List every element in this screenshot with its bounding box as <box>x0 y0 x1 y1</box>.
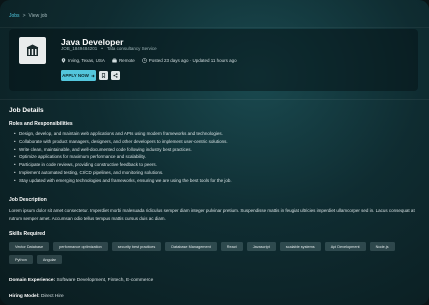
job-actions: APPLY NOW <box>61 70 120 81</box>
list-item: Stay updated with emerging technologies … <box>14 177 232 185</box>
breadcrumb: Jobs > View job <box>9 13 47 19</box>
bookmark-button[interactable] <box>99 71 108 80</box>
skill-chip: scalable systems <box>279 242 321 251</box>
skill-chip: Angular <box>36 255 62 264</box>
header-divider <box>0 27 429 28</box>
job-location: Irving, Texas, USA <box>68 58 105 63</box>
hiring-model-label: Hiring Model: <box>9 294 40 299</box>
bookmark-icon <box>101 73 106 78</box>
job-posted: Posted 23 days ago · Updated 11 hours ag… <box>148 58 237 63</box>
list-item: Optimize applications for maximum perfor… <box>14 153 232 161</box>
posted-meta: Posted 23 days ago · Updated 11 hours ag… <box>141 58 237 63</box>
domain-experience: Domain Experience: Software Development,… <box>9 278 153 283</box>
apply-now-button[interactable]: APPLY NOW <box>61 70 96 81</box>
breadcrumb-jobs-link[interactable]: Jobs <box>9 13 20 19</box>
description-heading: Job Description <box>9 197 47 203</box>
job-description: Lorem ipsum dolor sit amet consectetur. … <box>9 208 415 221</box>
list-item: Participate in code reviews, providing c… <box>14 161 232 169</box>
list-item: Write clean, maintainable, and well-docu… <box>14 146 232 154</box>
list-item: Design, develop, and maintain web applic… <box>14 130 232 138</box>
breadcrumb-current: View job <box>28 13 48 19</box>
share-button[interactable] <box>111 71 120 80</box>
arrow-right-icon <box>91 74 95 77</box>
domain-experience-value: Software Development, Fintech, E-commerc… <box>56 278 154 283</box>
responsibilities-heading: Roles and Responsibilities <box>9 121 73 127</box>
clock-icon <box>141 58 147 63</box>
skill-chip: Javascript <box>246 242 276 251</box>
location-meta: Irving, Texas, USA <box>61 58 105 63</box>
hiring-model-value: Direct Hire <box>41 294 64 299</box>
breadcrumb-separator: > <box>22 13 26 19</box>
skill-chip: React <box>220 242 243 251</box>
job-subtitle-separator: • <box>101 46 103 51</box>
skill-chip: Api Development <box>324 242 366 251</box>
apply-now-label: APPLY NOW <box>62 73 89 78</box>
list-item: Implement automated testing, CI/CD pipel… <box>14 169 232 177</box>
share-icon <box>113 73 118 78</box>
work-mode-meta: Remote <box>112 58 135 63</box>
domain-experience-label: Domain Experience: <box>9 278 56 283</box>
skills-list: Vector Database performance optimization… <box>9 242 421 264</box>
section-divider <box>0 99 429 100</box>
skills-heading: Skills Required <box>9 231 46 237</box>
building-icon <box>26 44 39 56</box>
job-header-card: Java Developer JOB_1849484201 • Tata con… <box>9 29 418 91</box>
job-meta-row: Irving, Texas, USA Remote Posted 23 days… <box>61 58 237 63</box>
skill-chip: Vector Database <box>9 242 50 251</box>
responsibilities-list: Design, develop, and maintain web applic… <box>14 130 232 185</box>
job-id: JOB_1849484201 <box>61 46 98 51</box>
company-name: Tata consultancy Service <box>106 46 157 51</box>
skill-chip: Python <box>9 255 33 264</box>
list-item: Collaborate with product managers, desig… <box>14 138 232 146</box>
company-logo <box>19 37 46 64</box>
job-work-mode: Remote <box>118 58 135 63</box>
briefcase-icon <box>112 58 117 63</box>
skill-chip: Database Management <box>165 242 217 251</box>
skill-chip: security best practices <box>111 242 162 251</box>
job-view-page: Jobs > View job Java Developer JOB_18494… <box>0 0 429 305</box>
skill-chip: Node.js <box>369 242 395 251</box>
job-subtitle: JOB_1849484201 • Tata consultancy Servic… <box>61 46 157 51</box>
hiring-model: Hiring Model: Direct Hire <box>9 294 64 299</box>
skill-chip: performance optimization <box>53 242 108 251</box>
location-pin-icon <box>61 58 66 63</box>
job-details-title: Job Details <box>9 107 44 114</box>
